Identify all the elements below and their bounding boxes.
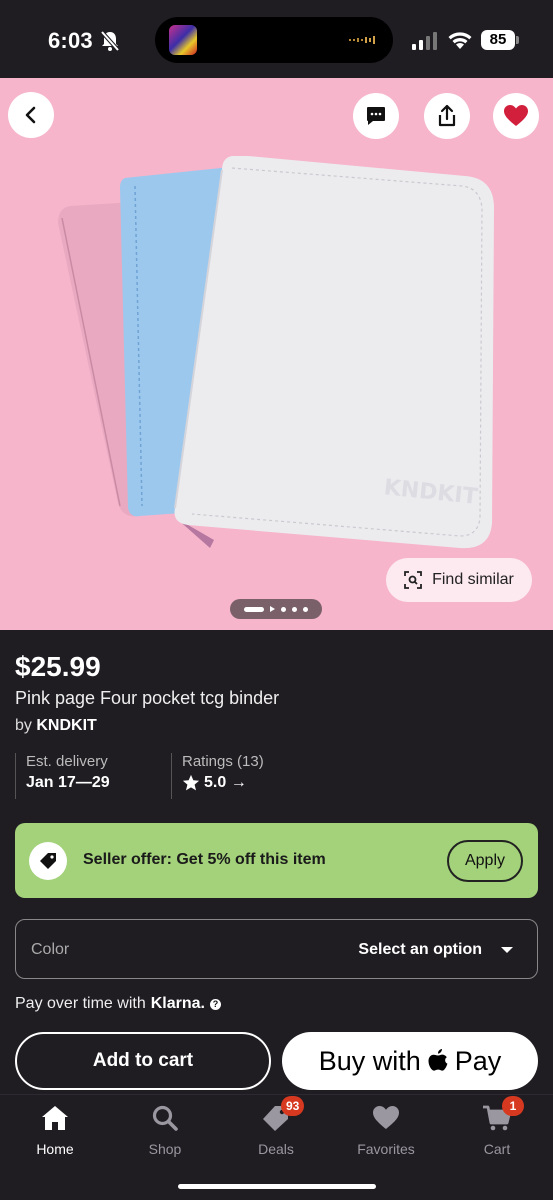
offer-badge — [29, 842, 67, 880]
now-playing-thumbnail — [169, 25, 197, 55]
color-selected-value: Select an option — [358, 941, 482, 958]
tab-favorites[interactable]: Favorites — [336, 1103, 436, 1163]
battery-level: 85 — [481, 30, 515, 50]
apply-offer-button[interactable]: Apply — [447, 840, 523, 882]
chevron-left-icon — [25, 106, 36, 124]
audio-wave-icon — [349, 36, 375, 44]
tab-home[interactable]: Home — [5, 1103, 105, 1163]
product-price: $25.99 — [15, 651, 101, 682]
back-button[interactable] — [8, 92, 54, 138]
offer-text: Seller offer: Get 5% off this item — [83, 851, 326, 868]
signal-icon — [412, 32, 437, 50]
heart-filled-icon — [504, 105, 528, 126]
share-button[interactable] — [424, 93, 470, 139]
search-icon — [152, 1105, 178, 1131]
tag-icon — [40, 853, 56, 869]
delivery-info: Est. delivery Jan 17—29 — [15, 753, 170, 799]
cart-badge: 1 — [502, 1096, 524, 1116]
tab-shop-label: Shop — [148, 1141, 182, 1157]
color-select[interactable]: Color Select an option — [15, 919, 538, 979]
find-similar-button[interactable]: Find similar — [386, 558, 532, 602]
product-title: Pink page Four pocket tcg binder — [15, 688, 280, 708]
tab-cart-label: Cart — [483, 1141, 511, 1157]
tab-deals-label: Deals — [258, 1141, 294, 1157]
seller-offer-banner: Seller offer: Get 5% off this item Apply — [15, 823, 538, 898]
deals-badge: 93 — [281, 1096, 305, 1116]
klarna-logo: Klarna. — [150, 995, 205, 1012]
carousel-dot-active — [244, 606, 264, 612]
tab-favorites-label: Favorites — [357, 1141, 415, 1157]
product-image-carousel[interactable]: KNDKIT Find similar — [0, 78, 553, 630]
dynamic-island[interactable] — [155, 17, 393, 63]
carousel-indicator[interactable] — [230, 599, 322, 619]
favorite-button[interactable] — [493, 93, 539, 139]
add-to-cart-button[interactable]: Add to cart — [15, 1032, 271, 1090]
carousel-dot — [292, 606, 297, 612]
carousel-video-indicator — [270, 606, 275, 612]
star-icon — [182, 774, 200, 791]
color-label: Color — [31, 941, 70, 958]
klarna-prefix: Pay over time with — [15, 995, 146, 1012]
delivery-value: Jan 17—29 — [26, 774, 110, 791]
apple-logo-icon — [428, 1049, 448, 1071]
tab-deals[interactable]: 93 Deals — [226, 1096, 326, 1163]
home-icon — [42, 1106, 68, 1130]
tab-cart[interactable]: 1 Cart — [447, 1096, 547, 1163]
help-icon[interactable]: ? — [209, 998, 221, 1010]
visual-search-icon — [404, 571, 422, 589]
delivery-label: Est. delivery — [26, 753, 108, 770]
carousel-dot — [281, 606, 286, 612]
ratings-link[interactable]: Ratings (13) 5.0 → — [171, 753, 371, 799]
heart-icon — [373, 1106, 399, 1129]
ratings-value: 5.0 → — [204, 774, 247, 791]
share-icon — [438, 104, 456, 127]
klarna-info[interactable]: Pay over time with Klarna. ? — [15, 995, 221, 1013]
product-meta: Est. delivery Jan 17—29 Ratings (13) 5.0… — [15, 753, 535, 799]
status-bar: 6:03 85 — [0, 0, 553, 78]
find-similar-label: Find similar — [432, 571, 514, 588]
chat-icon — [367, 107, 385, 125]
message-seller-button[interactable] — [353, 93, 399, 139]
ratings-label: Ratings (13) — [182, 753, 264, 770]
home-indicator — [178, 1184, 376, 1189]
bell-slash-icon — [100, 30, 120, 52]
chevron-down-icon — [501, 947, 513, 953]
pay-label: Pay — [454, 1045, 502, 1076]
tab-home-label: Home — [36, 1141, 74, 1157]
product-image: KNDKIT — [58, 156, 495, 549]
tab-shop[interactable]: Shop — [115, 1103, 215, 1163]
buy-with-label: Buy with — [318, 1045, 421, 1076]
wifi-icon — [448, 32, 472, 49]
battery-icon: 85 — [481, 30, 519, 50]
status-time: 6:03 — [48, 28, 93, 53]
seller-name-link[interactable]: KNDKIT — [36, 717, 96, 734]
apple-pay-button[interactable]: Buy with Pay — [282, 1032, 538, 1090]
seller-prefix: by — [15, 717, 32, 734]
carousel-dot — [303, 606, 308, 612]
seller-line: by KNDKIT — [15, 717, 97, 735]
